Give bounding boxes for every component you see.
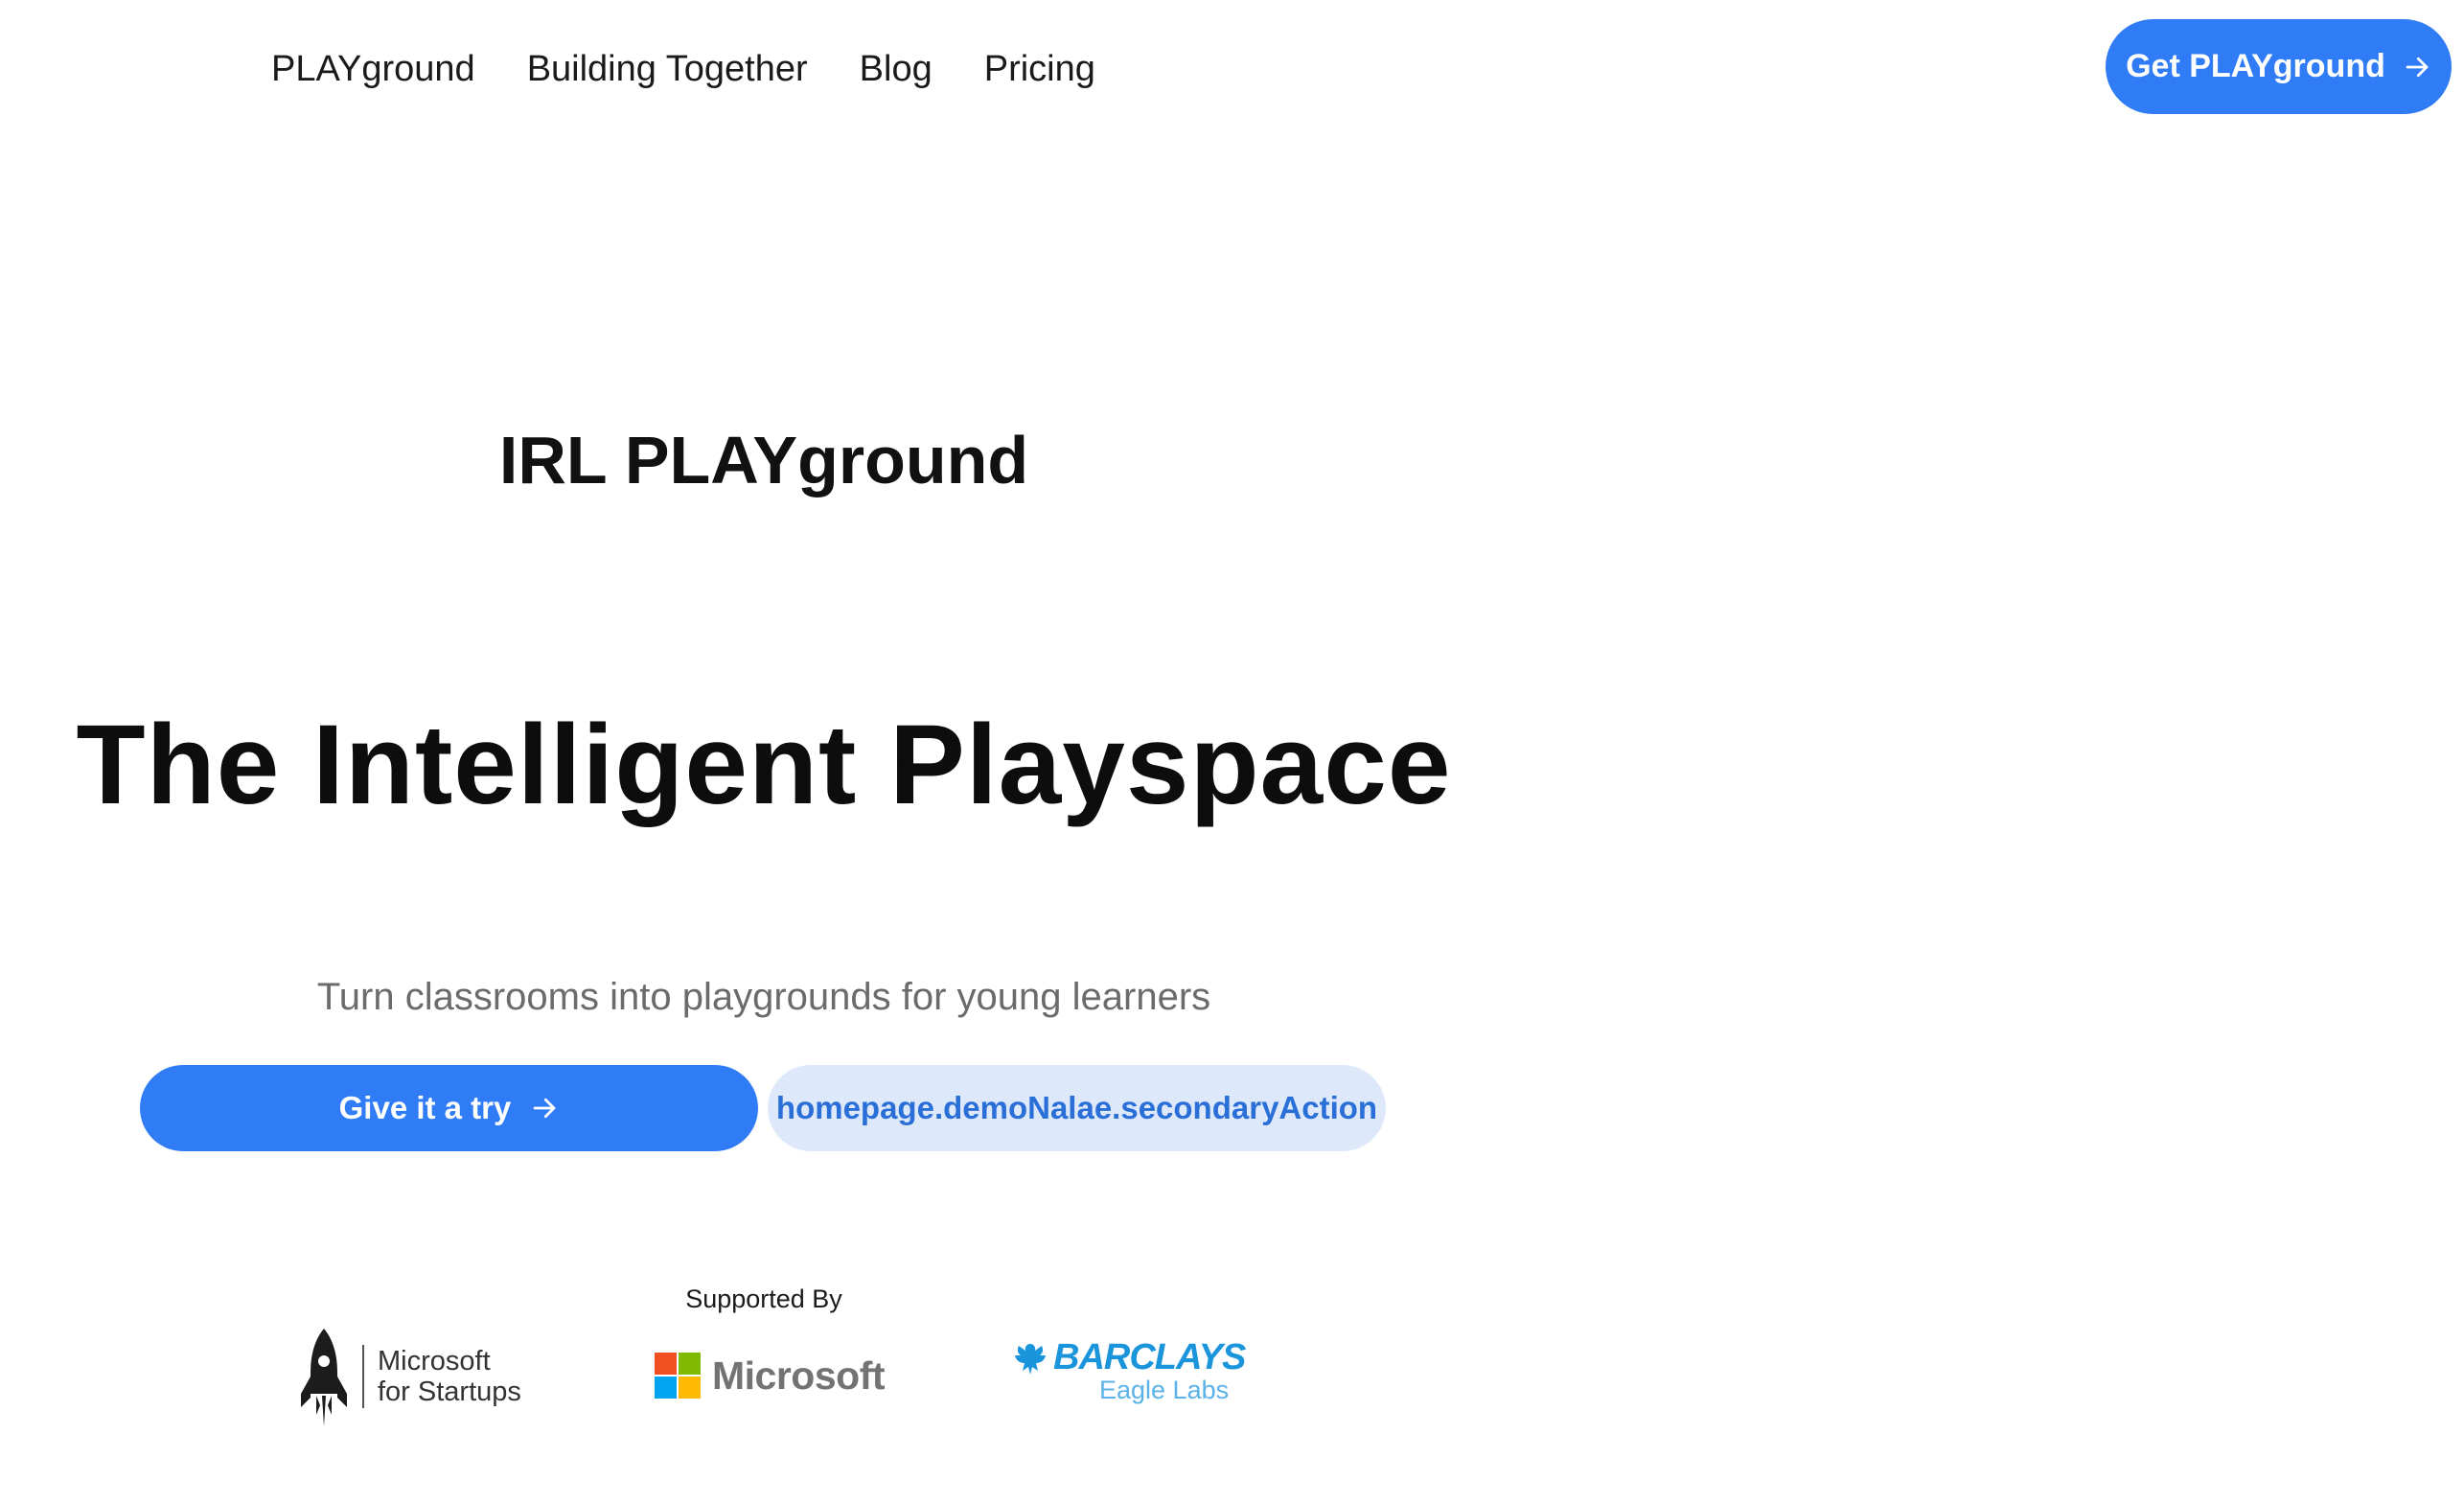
hero-title: The Intelligent Playspace [76, 702, 1452, 828]
hero-subtitle: Turn classrooms into playgrounds for you… [316, 976, 1211, 1018]
microsoft-for-startups-logo: Microsoft for Startups [297, 1326, 521, 1426]
arrow-right-icon [2403, 53, 2431, 81]
nav-link-building-together[interactable]: Building Together [527, 49, 808, 90]
eagle-icon [1015, 1344, 1046, 1375]
give-it-a-try-label: Give it a try [338, 1090, 512, 1125]
microsoft-squares-icon [655, 1353, 701, 1399]
page: PLAYground Building Together Blog Pricin… [0, 0, 2464, 1504]
get-playground-label: Get PLAYground [2126, 48, 2385, 84]
secondary-action-button[interactable]: homepage.demoNalae.secondaryAction [768, 1065, 1386, 1151]
logo-divider [362, 1344, 364, 1408]
microsoft-logo: Microsoft [655, 1352, 886, 1400]
barclays-text: BARCLAYS Eagle Labs [1053, 1337, 1246, 1404]
brand-title: IRL PLAYground [498, 423, 1029, 497]
eagle-labs-wordmark: Eagle Labs [1099, 1376, 1230, 1404]
rocket-icon [301, 1328, 347, 1426]
nav-link-blog[interactable]: Blog [860, 49, 933, 90]
microsoft-for-startups-text: Microsoft for Startups [378, 1346, 521, 1407]
barclays-wordmark: BARCLAYS [1053, 1337, 1246, 1377]
arrow-right-icon [530, 1094, 559, 1122]
supported-by-heading: Supported By [685, 1284, 842, 1313]
give-it-a-try-button[interactable]: Give it a try [140, 1065, 758, 1151]
nav-link-pricing[interactable]: Pricing [984, 49, 1095, 90]
top-nav: PLAYground Building Together Blog Pricin… [271, 40, 1095, 98]
microsoft-wordmark: Microsoft [712, 1353, 886, 1398]
nav-link-playground[interactable]: PLAYground [271, 49, 475, 90]
mfs-line-1: Microsoft [378, 1345, 491, 1377]
barclays-eagle-labs-logo: BARCLAYS Eagle Labs [1013, 1337, 1246, 1404]
mfs-line-2: for Startups [378, 1376, 521, 1407]
get-playground-button[interactable]: Get PLAYground [2106, 19, 2452, 114]
secondary-action-label: homepage.demoNalae.secondaryAction [775, 1090, 1378, 1125]
